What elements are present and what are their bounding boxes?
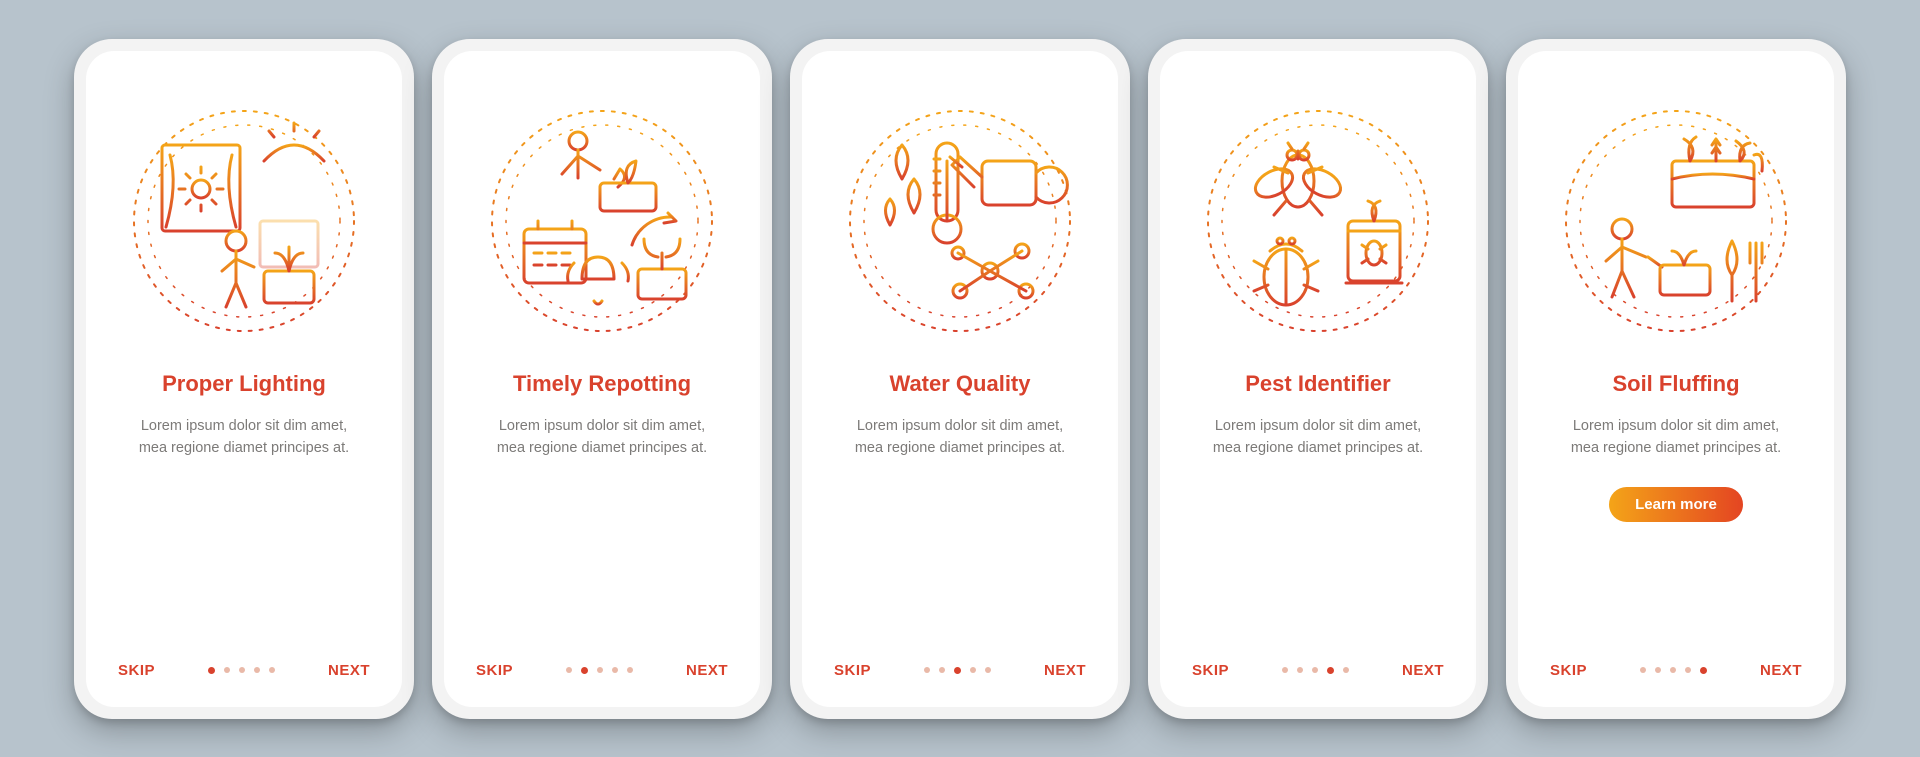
page-dot[interactable] bbox=[208, 667, 215, 674]
page-dot[interactable] bbox=[1297, 667, 1303, 673]
next-button[interactable]: NEXT bbox=[1760, 662, 1802, 679]
pest-icon bbox=[1198, 101, 1438, 341]
soil-icon bbox=[1556, 101, 1796, 341]
screen-title: Proper Lighting bbox=[162, 371, 326, 397]
onboarding-screen: Water Quality Lorem ipsum dolor sit dim … bbox=[802, 51, 1118, 707]
page-dot[interactable] bbox=[597, 667, 603, 673]
page-dot[interactable] bbox=[1327, 667, 1334, 674]
screen-description: Lorem ipsum dolor sit dim amet, mea regi… bbox=[1566, 415, 1786, 460]
page-dot[interactable] bbox=[1700, 667, 1707, 674]
onboarding-nav: SKIP NEXT bbox=[444, 662, 760, 679]
onboarding-stage: Proper Lighting Lorem ipsum dolor sit di… bbox=[74, 39, 1846, 719]
page-dot[interactable] bbox=[1640, 667, 1646, 673]
skip-button[interactable]: SKIP bbox=[476, 662, 513, 679]
page-dot[interactable] bbox=[239, 667, 245, 673]
page-dots bbox=[924, 667, 991, 674]
phone-frame: Proper Lighting Lorem ipsum dolor sit di… bbox=[74, 39, 414, 719]
page-dot[interactable] bbox=[970, 667, 976, 673]
screen-description: Lorem ipsum dolor sit dim amet, mea regi… bbox=[492, 415, 712, 460]
onboarding-nav: SKIP NEXT bbox=[802, 662, 1118, 679]
page-dot[interactable] bbox=[985, 667, 991, 673]
page-dots bbox=[1282, 667, 1349, 674]
page-dot[interactable] bbox=[612, 667, 618, 673]
onboarding-screen: Proper Lighting Lorem ipsum dolor sit di… bbox=[86, 51, 402, 707]
page-dots bbox=[208, 667, 275, 674]
screen-description: Lorem ipsum dolor sit dim amet, mea regi… bbox=[1208, 415, 1428, 460]
skip-button[interactable]: SKIP bbox=[834, 662, 871, 679]
page-dot[interactable] bbox=[1685, 667, 1691, 673]
page-dot[interactable] bbox=[254, 667, 260, 673]
onboarding-nav: SKIP NEXT bbox=[1518, 662, 1834, 679]
next-button[interactable]: NEXT bbox=[1044, 662, 1086, 679]
skip-button[interactable]: SKIP bbox=[1550, 662, 1587, 679]
page-dot[interactable] bbox=[1282, 667, 1288, 673]
skip-button[interactable]: SKIP bbox=[1192, 662, 1229, 679]
screen-title: Pest Identifier bbox=[1245, 371, 1390, 397]
screen-description: Lorem ipsum dolor sit dim amet, mea regi… bbox=[850, 415, 1070, 460]
onboarding-nav: SKIP NEXT bbox=[86, 662, 402, 679]
water-icon bbox=[840, 101, 1080, 341]
page-dot[interactable] bbox=[224, 667, 230, 673]
screen-description: Lorem ipsum dolor sit dim amet, mea regi… bbox=[134, 415, 354, 460]
screen-title: Water Quality bbox=[890, 371, 1031, 397]
skip-button[interactable]: SKIP bbox=[118, 662, 155, 679]
phone-frame: Pest Identifier Lorem ipsum dolor sit di… bbox=[1148, 39, 1488, 719]
learn-more-button[interactable]: Learn more bbox=[1609, 487, 1743, 522]
page-dot[interactable] bbox=[1343, 667, 1349, 673]
page-dot[interactable] bbox=[1655, 667, 1661, 673]
phone-frame: Water Quality Lorem ipsum dolor sit dim … bbox=[790, 39, 1130, 719]
page-dots bbox=[566, 667, 633, 674]
page-dot[interactable] bbox=[269, 667, 275, 673]
page-dot[interactable] bbox=[1312, 667, 1318, 673]
page-dot[interactable] bbox=[581, 667, 588, 674]
onboarding-screen: Timely Repotting Lorem ipsum dolor sit d… bbox=[444, 51, 760, 707]
phone-frame: Timely Repotting Lorem ipsum dolor sit d… bbox=[432, 39, 772, 719]
page-dot[interactable] bbox=[1670, 667, 1676, 673]
onboarding-screen: Pest Identifier Lorem ipsum dolor sit di… bbox=[1160, 51, 1476, 707]
onboarding-screen: Soil Fluffing Lorem ipsum dolor sit dim … bbox=[1518, 51, 1834, 707]
repotting-icon bbox=[482, 101, 722, 341]
lighting-icon bbox=[124, 101, 364, 341]
page-dot[interactable] bbox=[627, 667, 633, 673]
page-dot[interactable] bbox=[566, 667, 572, 673]
page-dot[interactable] bbox=[954, 667, 961, 674]
next-button[interactable]: NEXT bbox=[328, 662, 370, 679]
screen-title: Soil Fluffing bbox=[1612, 371, 1739, 397]
next-button[interactable]: NEXT bbox=[1402, 662, 1444, 679]
page-dot[interactable] bbox=[924, 667, 930, 673]
phone-frame: Soil Fluffing Lorem ipsum dolor sit dim … bbox=[1506, 39, 1846, 719]
page-dots bbox=[1640, 667, 1707, 674]
screen-title: Timely Repotting bbox=[513, 371, 691, 397]
onboarding-nav: SKIP NEXT bbox=[1160, 662, 1476, 679]
page-dot[interactable] bbox=[939, 667, 945, 673]
next-button[interactable]: NEXT bbox=[686, 662, 728, 679]
